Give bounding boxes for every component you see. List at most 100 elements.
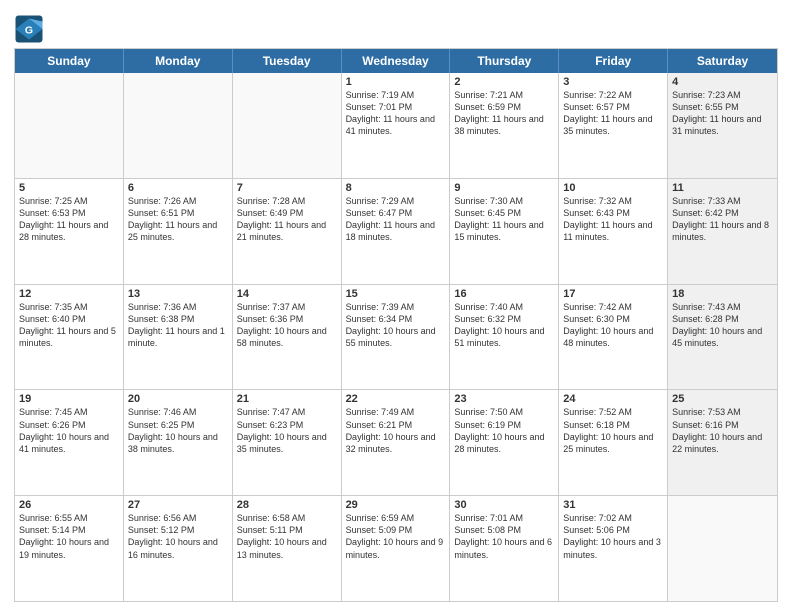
day-number: 3 xyxy=(563,76,663,88)
calendar-week-row: 1Sunrise: 7:19 AM Sunset: 7:01 PM Daylig… xyxy=(15,73,777,179)
day-details: Sunrise: 7:37 AM Sunset: 6:36 PM Dayligh… xyxy=(237,301,337,350)
day-number: 2 xyxy=(454,76,554,88)
day-details: Sunrise: 7:02 AM Sunset: 5:06 PM Dayligh… xyxy=(563,512,663,561)
day-number: 24 xyxy=(563,393,663,405)
day-number: 4 xyxy=(672,76,773,88)
day-details: Sunrise: 7:40 AM Sunset: 6:32 PM Dayligh… xyxy=(454,301,554,350)
day-details: Sunrise: 7:21 AM Sunset: 6:59 PM Dayligh… xyxy=(454,89,554,138)
calendar-day-cell: 25Sunrise: 7:53 AM Sunset: 6:16 PM Dayli… xyxy=(668,390,777,495)
calendar-day-cell: 30Sunrise: 7:01 AM Sunset: 5:08 PM Dayli… xyxy=(450,496,559,601)
calendar-day-cell: 20Sunrise: 7:46 AM Sunset: 6:25 PM Dayli… xyxy=(124,390,233,495)
calendar-day-cell: 26Sunrise: 6:55 AM Sunset: 5:14 PM Dayli… xyxy=(15,496,124,601)
day-number: 17 xyxy=(563,288,663,300)
calendar-header-cell: Monday xyxy=(124,49,233,73)
day-number: 20 xyxy=(128,393,228,405)
day-details: Sunrise: 7:52 AM Sunset: 6:18 PM Dayligh… xyxy=(563,406,663,455)
calendar-day-cell: 13Sunrise: 7:36 AM Sunset: 6:38 PM Dayli… xyxy=(124,285,233,390)
day-number: 9 xyxy=(454,182,554,194)
day-details: Sunrise: 6:56 AM Sunset: 5:12 PM Dayligh… xyxy=(128,512,228,561)
logo-icon: G xyxy=(14,14,44,44)
calendar-day-cell: 1Sunrise: 7:19 AM Sunset: 7:01 PM Daylig… xyxy=(342,73,451,178)
day-number: 19 xyxy=(19,393,119,405)
day-details: Sunrise: 7:39 AM Sunset: 6:34 PM Dayligh… xyxy=(346,301,446,350)
day-number: 12 xyxy=(19,288,119,300)
day-details: Sunrise: 7:22 AM Sunset: 6:57 PM Dayligh… xyxy=(563,89,663,138)
calendar-day-cell: 15Sunrise: 7:39 AM Sunset: 6:34 PM Dayli… xyxy=(342,285,451,390)
calendar-day-cell: 3Sunrise: 7:22 AM Sunset: 6:57 PM Daylig… xyxy=(559,73,668,178)
calendar-day-cell: 31Sunrise: 7:02 AM Sunset: 5:06 PM Dayli… xyxy=(559,496,668,601)
calendar-day-cell: 14Sunrise: 7:37 AM Sunset: 6:36 PM Dayli… xyxy=(233,285,342,390)
calendar-header-row: SundayMondayTuesdayWednesdayThursdayFrid… xyxy=(15,49,777,73)
day-details: Sunrise: 7:50 AM Sunset: 6:19 PM Dayligh… xyxy=(454,406,554,455)
calendar-day-cell: 27Sunrise: 6:56 AM Sunset: 5:12 PM Dayli… xyxy=(124,496,233,601)
calendar: SundayMondayTuesdayWednesdayThursdayFrid… xyxy=(14,48,778,602)
day-number: 30 xyxy=(454,499,554,511)
day-details: Sunrise: 7:35 AM Sunset: 6:40 PM Dayligh… xyxy=(19,301,119,350)
calendar-day-cell: 7Sunrise: 7:28 AM Sunset: 6:49 PM Daylig… xyxy=(233,179,342,284)
calendar-day-cell: 9Sunrise: 7:30 AM Sunset: 6:45 PM Daylig… xyxy=(450,179,559,284)
svg-text:G: G xyxy=(25,25,33,37)
calendar-day-cell: 19Sunrise: 7:45 AM Sunset: 6:26 PM Dayli… xyxy=(15,390,124,495)
day-details: Sunrise: 7:32 AM Sunset: 6:43 PM Dayligh… xyxy=(563,195,663,244)
day-number: 27 xyxy=(128,499,228,511)
day-details: Sunrise: 6:58 AM Sunset: 5:11 PM Dayligh… xyxy=(237,512,337,561)
day-details: Sunrise: 7:53 AM Sunset: 6:16 PM Dayligh… xyxy=(672,406,773,455)
day-details: Sunrise: 7:43 AM Sunset: 6:28 PM Dayligh… xyxy=(672,301,773,350)
day-number: 21 xyxy=(237,393,337,405)
day-number: 16 xyxy=(454,288,554,300)
calendar-day-cell xyxy=(124,73,233,178)
day-details: Sunrise: 7:23 AM Sunset: 6:55 PM Dayligh… xyxy=(672,89,773,138)
day-details: Sunrise: 7:42 AM Sunset: 6:30 PM Dayligh… xyxy=(563,301,663,350)
day-number: 25 xyxy=(672,393,773,405)
day-number: 29 xyxy=(346,499,446,511)
day-number: 15 xyxy=(346,288,446,300)
day-number: 7 xyxy=(237,182,337,194)
day-details: Sunrise: 6:59 AM Sunset: 5:09 PM Dayligh… xyxy=(346,512,446,561)
day-details: Sunrise: 7:36 AM Sunset: 6:38 PM Dayligh… xyxy=(128,301,228,350)
calendar-day-cell: 29Sunrise: 6:59 AM Sunset: 5:09 PM Dayli… xyxy=(342,496,451,601)
calendar-week-row: 12Sunrise: 7:35 AM Sunset: 6:40 PM Dayli… xyxy=(15,285,777,391)
day-details: Sunrise: 7:28 AM Sunset: 6:49 PM Dayligh… xyxy=(237,195,337,244)
day-details: Sunrise: 7:29 AM Sunset: 6:47 PM Dayligh… xyxy=(346,195,446,244)
calendar-day-cell: 17Sunrise: 7:42 AM Sunset: 6:30 PM Dayli… xyxy=(559,285,668,390)
logo: G xyxy=(14,14,48,44)
day-details: Sunrise: 7:19 AM Sunset: 7:01 PM Dayligh… xyxy=(346,89,446,138)
calendar-day-cell: 16Sunrise: 7:40 AM Sunset: 6:32 PM Dayli… xyxy=(450,285,559,390)
day-details: Sunrise: 7:47 AM Sunset: 6:23 PM Dayligh… xyxy=(237,406,337,455)
day-number: 14 xyxy=(237,288,337,300)
calendar-week-row: 5Sunrise: 7:25 AM Sunset: 6:53 PM Daylig… xyxy=(15,179,777,285)
calendar-day-cell: 18Sunrise: 7:43 AM Sunset: 6:28 PM Dayli… xyxy=(668,285,777,390)
day-details: Sunrise: 7:01 AM Sunset: 5:08 PM Dayligh… xyxy=(454,512,554,561)
day-details: Sunrise: 7:46 AM Sunset: 6:25 PM Dayligh… xyxy=(128,406,228,455)
calendar-day-cell: 8Sunrise: 7:29 AM Sunset: 6:47 PM Daylig… xyxy=(342,179,451,284)
calendar-day-cell: 23Sunrise: 7:50 AM Sunset: 6:19 PM Dayli… xyxy=(450,390,559,495)
calendar-week-row: 26Sunrise: 6:55 AM Sunset: 5:14 PM Dayli… xyxy=(15,496,777,601)
calendar-header-cell: Wednesday xyxy=(342,49,451,73)
calendar-day-cell: 12Sunrise: 7:35 AM Sunset: 6:40 PM Dayli… xyxy=(15,285,124,390)
day-number: 8 xyxy=(346,182,446,194)
day-number: 10 xyxy=(563,182,663,194)
calendar-day-cell xyxy=(233,73,342,178)
day-number: 1 xyxy=(346,76,446,88)
day-details: Sunrise: 6:55 AM Sunset: 5:14 PM Dayligh… xyxy=(19,512,119,561)
day-details: Sunrise: 7:33 AM Sunset: 6:42 PM Dayligh… xyxy=(672,195,773,244)
calendar-day-cell: 6Sunrise: 7:26 AM Sunset: 6:51 PM Daylig… xyxy=(124,179,233,284)
day-details: Sunrise: 7:49 AM Sunset: 6:21 PM Dayligh… xyxy=(346,406,446,455)
calendar-day-cell xyxy=(15,73,124,178)
calendar-day-cell: 4Sunrise: 7:23 AM Sunset: 6:55 PM Daylig… xyxy=(668,73,777,178)
calendar-day-cell: 5Sunrise: 7:25 AM Sunset: 6:53 PM Daylig… xyxy=(15,179,124,284)
day-details: Sunrise: 7:30 AM Sunset: 6:45 PM Dayligh… xyxy=(454,195,554,244)
calendar-day-cell: 24Sunrise: 7:52 AM Sunset: 6:18 PM Dayli… xyxy=(559,390,668,495)
day-number: 31 xyxy=(563,499,663,511)
day-number: 11 xyxy=(672,182,773,194)
calendar-day-cell: 21Sunrise: 7:47 AM Sunset: 6:23 PM Dayli… xyxy=(233,390,342,495)
day-details: Sunrise: 7:45 AM Sunset: 6:26 PM Dayligh… xyxy=(19,406,119,455)
calendar-header-cell: Sunday xyxy=(15,49,124,73)
day-number: 18 xyxy=(672,288,773,300)
calendar-body: 1Sunrise: 7:19 AM Sunset: 7:01 PM Daylig… xyxy=(15,73,777,601)
day-number: 6 xyxy=(128,182,228,194)
calendar-day-cell: 22Sunrise: 7:49 AM Sunset: 6:21 PM Dayli… xyxy=(342,390,451,495)
calendar-week-row: 19Sunrise: 7:45 AM Sunset: 6:26 PM Dayli… xyxy=(15,390,777,496)
header: G xyxy=(14,10,778,44)
calendar-header-cell: Saturday xyxy=(668,49,777,73)
